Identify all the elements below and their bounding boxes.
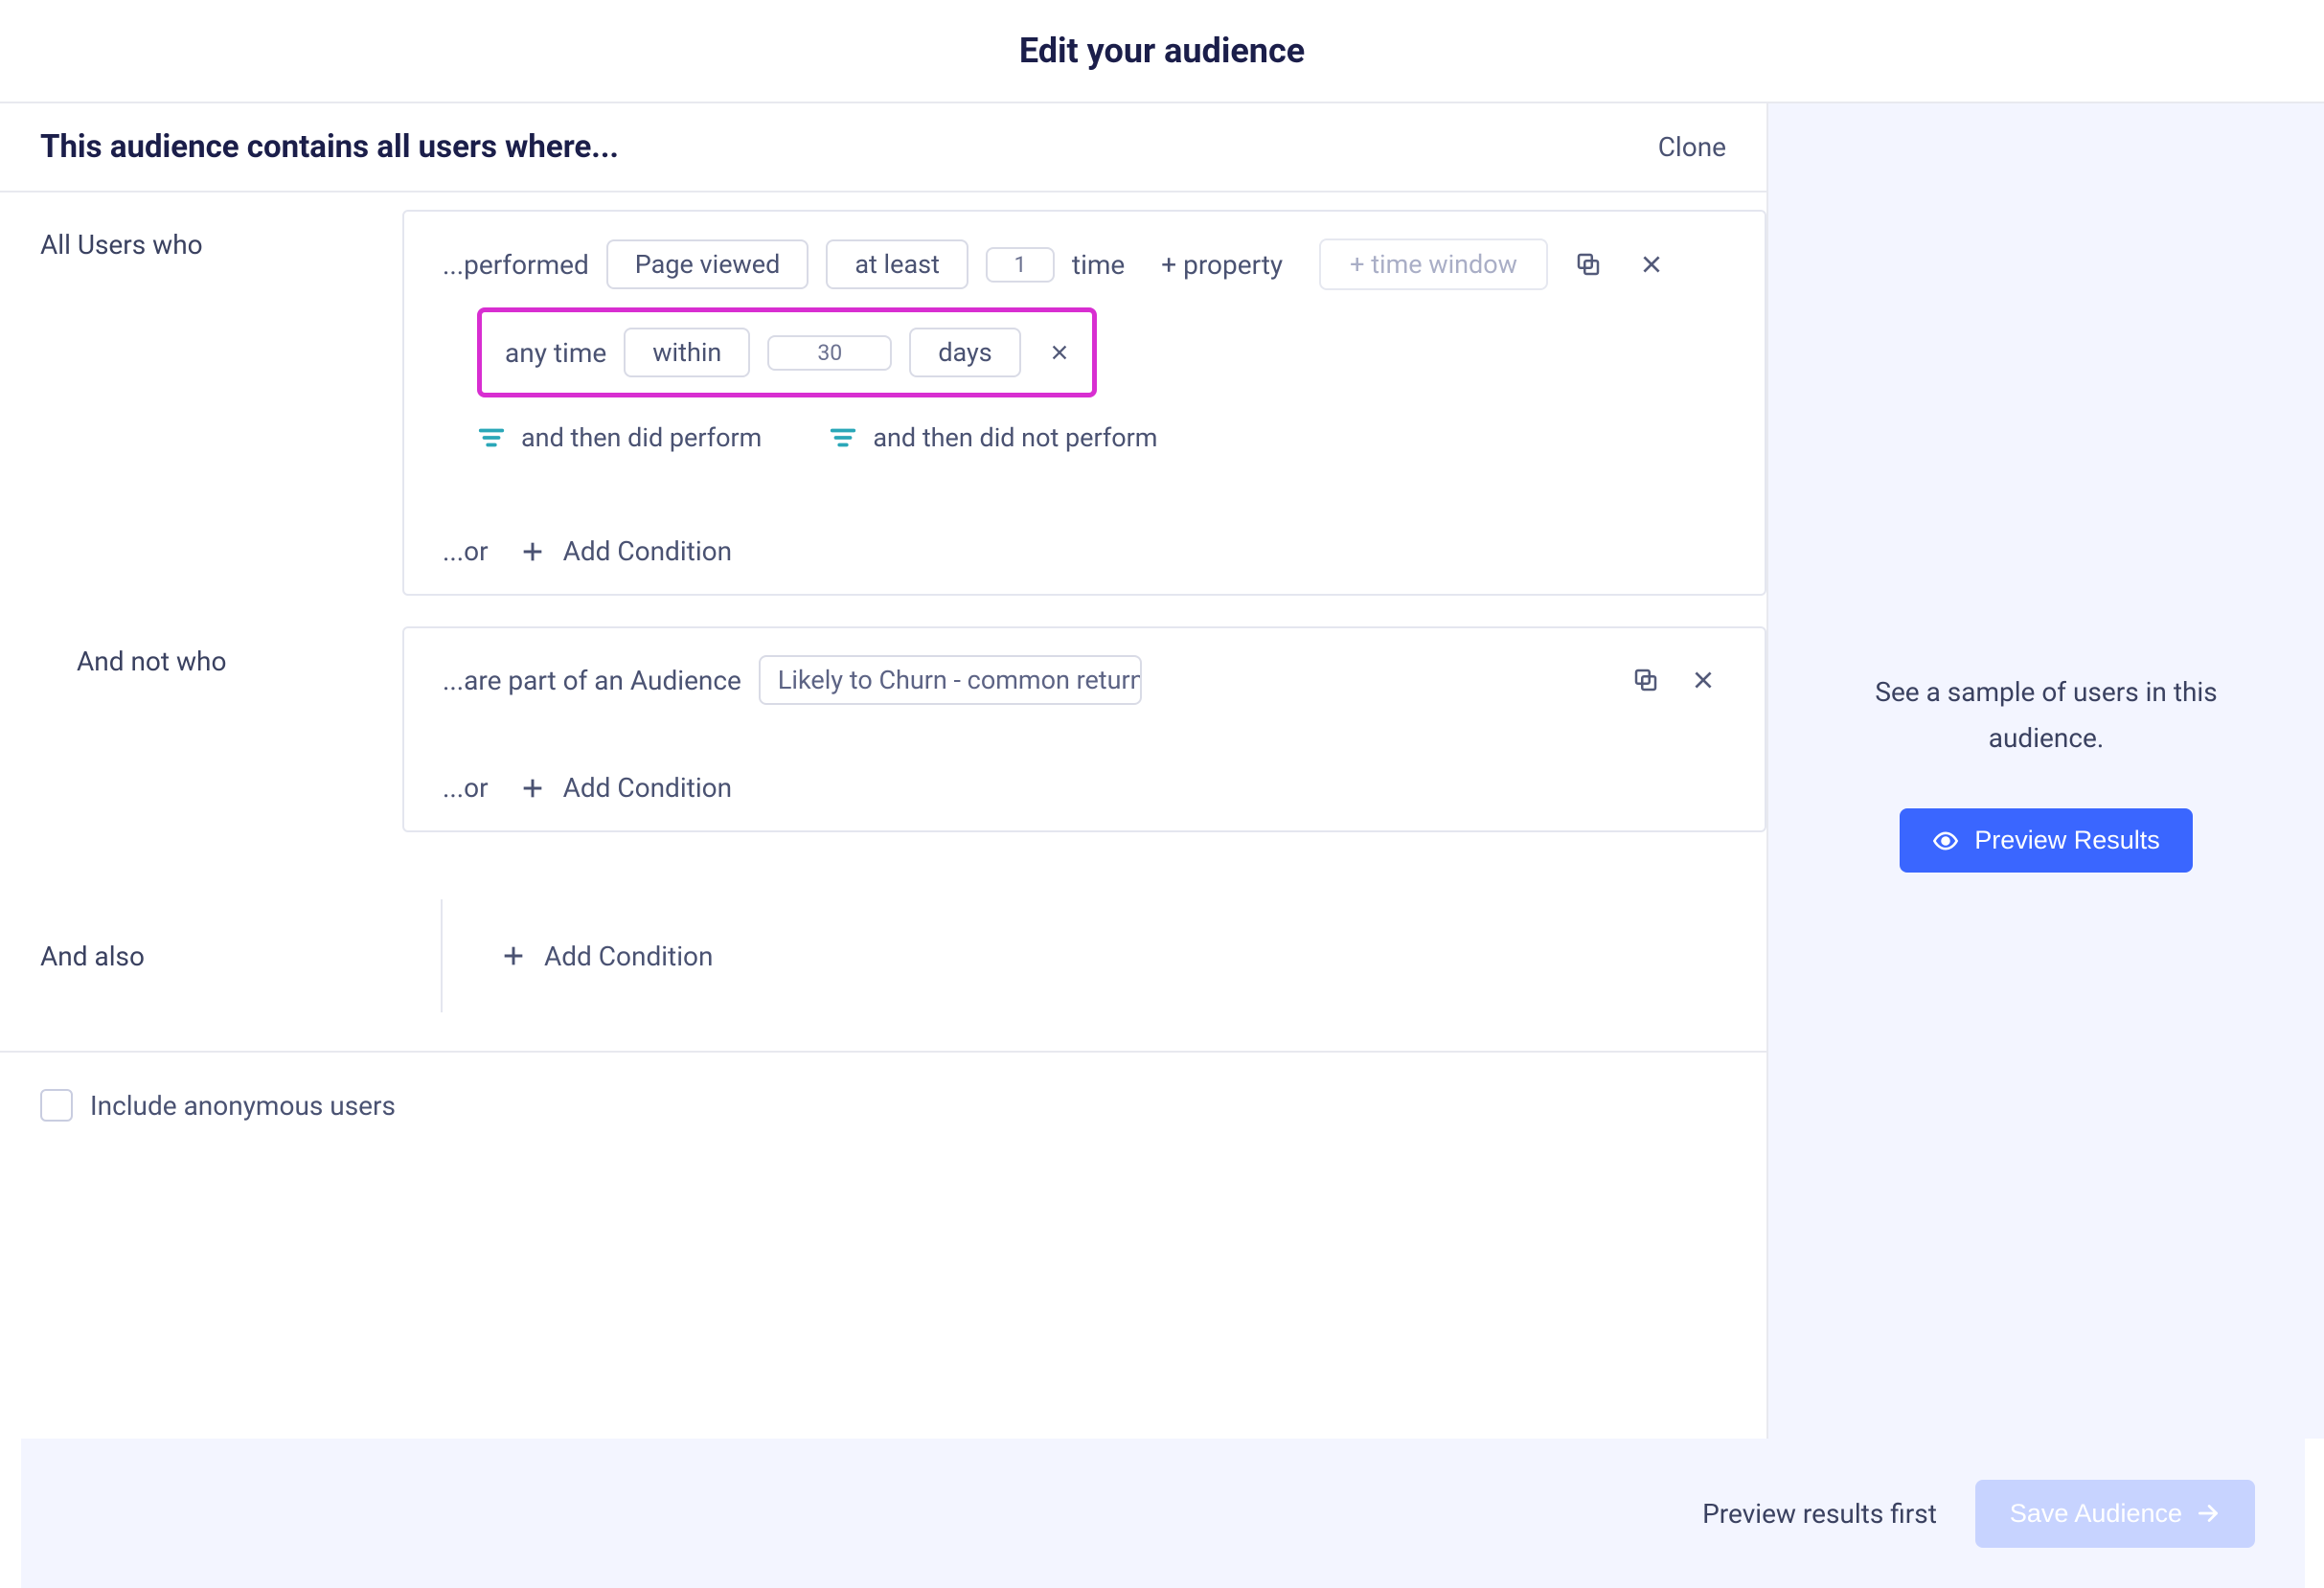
arrow-right-icon	[2196, 1501, 2221, 1526]
count-input[interactable]: 1	[986, 247, 1055, 283]
audience-select[interactable]: Likely to Churn - common returners	[759, 655, 1142, 705]
funnel-icon	[829, 423, 857, 452]
time-label: time	[1072, 249, 1125, 281]
then-did-perform-button[interactable]: and then did perform	[477, 422, 762, 453]
close-icon[interactable]	[1680, 657, 1726, 703]
add-time-window-button[interactable]: + time window	[1319, 238, 1548, 290]
window-unit-select[interactable]: days	[909, 328, 1020, 377]
comparator-select[interactable]: at least	[826, 239, 968, 289]
condition-card-performed: ...performed Page viewed at least 1 time…	[402, 210, 1766, 596]
row-label-all-users: All Users who	[0, 193, 402, 261]
anytime-label: any time	[505, 337, 606, 369]
add-condition-label: Add Condition	[563, 772, 732, 804]
section-title: This audience contains all users where..…	[40, 128, 619, 166]
then-did-not-perform-button[interactable]: and then did not perform	[829, 422, 1157, 453]
vertical-divider	[441, 899, 443, 1012]
then-did-label: and then did perform	[521, 422, 762, 453]
funnel-icon	[477, 423, 506, 452]
time-window-highlight: any time within 30 days	[477, 307, 1097, 397]
then-did-not-label: and then did not perform	[873, 422, 1157, 453]
plus-icon	[519, 775, 546, 802]
main-panel: This audience contains all users where..…	[0, 103, 1768, 1439]
side-panel: See a sample of users in this audience. …	[1768, 103, 2324, 1439]
remove-time-window-icon[interactable]	[1040, 333, 1079, 372]
title-bar: Edit your audience	[0, 0, 2324, 103]
preview-button-label: Preview Results	[1974, 826, 2160, 855]
plus-icon	[500, 942, 527, 969]
row-label-and-also: And also	[40, 941, 402, 972]
copy-icon[interactable]	[1623, 657, 1669, 703]
window-value-input[interactable]: 30	[767, 335, 892, 371]
row-label-and-not: And not who	[0, 609, 402, 677]
save-button-label: Save Audience	[2010, 1499, 2182, 1529]
footer-hint: Preview results first	[1702, 1498, 1937, 1530]
side-text: See a sample of users in this audience.	[1875, 669, 2217, 760]
copy-icon[interactable]	[1565, 241, 1611, 287]
preview-results-button[interactable]: Preview Results	[1900, 808, 2193, 873]
add-condition-button[interactable]: Add Condition	[519, 535, 732, 567]
include-anon-label: Include anonymous users	[90, 1090, 396, 1122]
add-condition-button[interactable]: Add Condition	[500, 941, 713, 972]
performed-prefix: ...performed	[443, 249, 589, 281]
within-select[interactable]: within	[624, 328, 750, 377]
add-condition-label: Add Condition	[544, 941, 713, 972]
clone-link[interactable]: Clone	[1658, 131, 1726, 163]
add-condition-button[interactable]: Add Condition	[519, 772, 732, 804]
add-condition-label: Add Condition	[563, 535, 732, 567]
plus-icon	[519, 538, 546, 565]
save-audience-button[interactable]: Save Audience	[1975, 1480, 2255, 1548]
audience-prefix: ...are part of an Audience	[443, 665, 741, 696]
or-label: ...or	[443, 772, 489, 804]
footer: Preview results first Save Audience	[21, 1439, 2305, 1588]
or-label: ...or	[443, 535, 489, 567]
eye-icon	[1932, 828, 1959, 854]
add-property-button[interactable]: + property	[1161, 249, 1283, 281]
include-anon-checkbox[interactable]	[40, 1089, 73, 1122]
page-title: Edit your audience	[1019, 31, 1305, 71]
close-icon[interactable]	[1629, 241, 1675, 287]
event-select[interactable]: Page viewed	[606, 239, 809, 289]
condition-card-audience: ...are part of an Audience Likely to Chu…	[402, 626, 1766, 832]
